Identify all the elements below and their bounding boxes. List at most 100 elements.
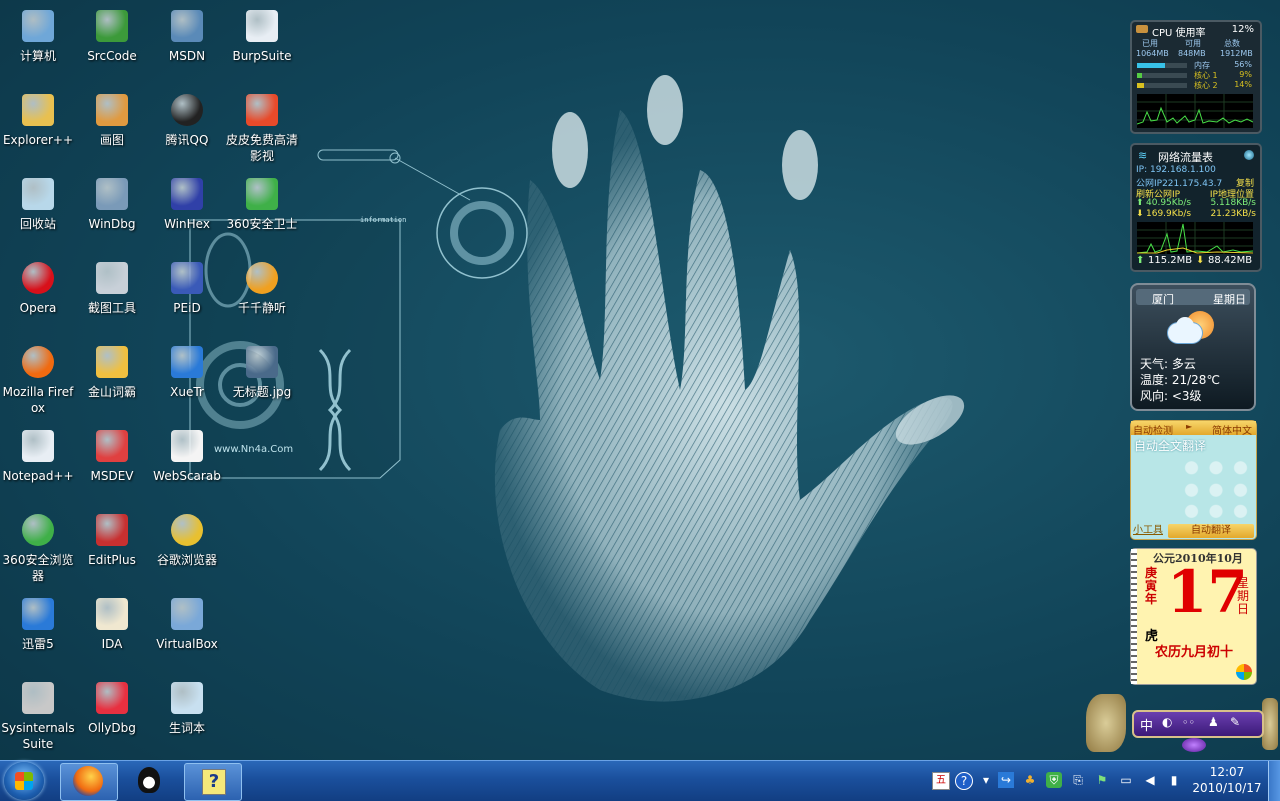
shield-icon (246, 178, 278, 210)
core1-bar (1137, 73, 1187, 78)
tray-qq-icon[interactable]: ♣ (1022, 772, 1038, 788)
desktop-icon-winhex[interactable]: WinHex (149, 174, 225, 258)
desktop-icon-ollydbg[interactable]: OllyDbg (74, 678, 150, 762)
user-icon[interactable]: ♟ (1208, 715, 1219, 729)
peid-icon (171, 262, 203, 294)
tray-360-shield-icon[interactable]: ⛨ (1046, 772, 1062, 788)
desktop-icon-label: EditPlus (88, 553, 136, 567)
wrench-icon[interactable]: ✎ (1230, 715, 1240, 729)
desktop-icon-[interactable]: 皮皮免费高清影视 (224, 90, 300, 174)
desktop-icon-label: XueTr (170, 385, 204, 399)
desktop-icon-mozilla-firefox[interactable]: Mozilla Firefox (0, 342, 76, 426)
tray-thunder-icon[interactable]: ↪ (998, 772, 1014, 788)
desktop-icon-360[interactable]: 360安全浏览器 (0, 510, 76, 594)
desktop-icon-editplus[interactable]: EditPlus (74, 510, 150, 594)
panel-label: information (360, 216, 406, 224)
auto-detect-option[interactable]: 自动检测 (1133, 422, 1173, 437)
weather-wind: 风向: <3级 (1140, 389, 1202, 403)
mem-used-label: 已用 (1142, 39, 1158, 48)
desktop-icon-[interactable]: 生词本 (149, 678, 225, 762)
desktop-icon-[interactable]: 截图工具 (74, 258, 150, 342)
desktop-icon-label: 生词本 (168, 721, 205, 735)
desktop-icon-[interactable]: 千千静听 (224, 258, 300, 342)
desktop-icon-srccode[interactable]: SrcCode (74, 6, 150, 90)
notepad-icon (22, 430, 54, 462)
calendar-gadget[interactable]: 公元2010年10月 庚寅年 17 星期日 虎 农历九月初十 (1130, 548, 1257, 685)
desktop-icon-msdn[interactable]: MSDN (149, 6, 225, 90)
language-bar[interactable]: 中 ◐ ◦◦ ♟ ✎ (1086, 694, 1278, 754)
tools-link[interactable]: 小工具 (1133, 521, 1163, 536)
tray-action-center-icon[interactable]: ⚑ (1094, 772, 1110, 788)
desktop-icon-[interactable]: 谷歌浏览器 (149, 510, 225, 594)
desktop-icon-ida[interactable]: IDA (74, 594, 150, 678)
show-desktop-button[interactable] (1268, 761, 1280, 801)
network-traffic-gadget[interactable]: ≋ 网络流量表 IP: 192.168.1.100 公网IP221.175.43… (1130, 143, 1262, 272)
desktop-icon-label: 计算机 (19, 49, 56, 63)
firefox-icon (73, 766, 103, 796)
desktop-icon-virtualbox[interactable]: VirtualBox (149, 594, 225, 678)
ime-toolbar[interactable]: 中 ◐ ◦◦ ♟ ✎ (1132, 710, 1264, 738)
desktop-icon-explorer[interactable]: Explorer++ (0, 90, 76, 174)
desktop-icon-xuetr[interactable]: XueTr (149, 342, 225, 426)
desktop-icon-msdev[interactable]: MSDEV (74, 426, 150, 510)
windbg-icon (96, 178, 128, 210)
desktop-icon-webscarab[interactable]: WebScarab (149, 426, 225, 510)
desktop-icon-opera[interactable]: Opera (0, 258, 76, 342)
cpu-chip-icon (1136, 25, 1148, 33)
xuetr-icon (171, 346, 203, 378)
folder-icon (22, 94, 54, 126)
mem-percent: 56% (1234, 60, 1252, 69)
video-player-icon (246, 94, 278, 126)
tray-power-icon[interactable]: ▮ (1166, 772, 1182, 788)
download-total-arrow-icon: ⬇ (1196, 255, 1205, 266)
tray-usb-icon[interactable]: ⎘ (1070, 772, 1086, 788)
upload-rate-kb: 40.95Kb/s (1146, 198, 1192, 208)
desktop-icon-notepad[interactable]: Notepad++ (0, 426, 76, 510)
vocabulary-icon (171, 682, 203, 714)
tray-expand-icon[interactable]: ▾ (978, 772, 994, 788)
translate-gadget[interactable]: 自动检测 ► 简体中文 自动全文翻译 小工具 自动翻译 (1130, 420, 1257, 540)
tray-network-icon[interactable]: ▭ (1118, 772, 1134, 788)
local-ip: IP: 192.168.1.100 (1136, 165, 1216, 175)
desktop-icon-label: Notepad++ (2, 469, 74, 483)
tray-help-icon[interactable]: ? (955, 772, 973, 790)
desktop-icon-sysinternals-suite[interactable]: Sysinternals Suite (0, 678, 76, 762)
desktop-icon-[interactable]: 画图 (74, 90, 150, 174)
download-rate-kbyte: 21.23KB/s (1210, 209, 1256, 219)
partly-cloudy-icon (1168, 311, 1214, 347)
tray-input-method-icon[interactable]: 五 (932, 772, 950, 790)
half-width-icon[interactable]: ◐ (1162, 715, 1172, 729)
start-button[interactable] (4, 762, 44, 800)
ime-mode-chinese[interactable]: 中 (1140, 715, 1153, 734)
desktop-icon-windbg[interactable]: WinDbg (74, 174, 150, 258)
taskbar-qq-button[interactable] (122, 763, 178, 799)
desktop-icon-[interactable]: 计算机 (0, 6, 76, 90)
cpu-usage-gadget[interactable]: CPU 使用率 12% 已用 可用 总数 1064MB 848MB 1912MB… (1130, 20, 1262, 134)
desktop-icon-360[interactable]: 360安全卫士 (224, 174, 300, 258)
target-language-option[interactable]: 简体中文 (1212, 422, 1252, 437)
desktop-icon-5[interactable]: 迅雷5 (0, 594, 76, 678)
punctuation-icon[interactable]: ◦◦ (1182, 716, 1195, 729)
upload-total: 115.2MB (1148, 255, 1193, 266)
calendar-day: 17 (1167, 558, 1248, 626)
desktop-icon-label: 金山词霸 (87, 385, 136, 399)
weather-gadget[interactable]: 厦门 星期日 天气: 多云 温度: 21/28℃ 风向: <3级 (1130, 283, 1256, 411)
taskbar-clock[interactable]: 12:07 2010/10/17 (1192, 764, 1262, 796)
desktop-icon-burpsuite[interactable]: BurpSuite (224, 6, 300, 90)
desktop-icon-qq[interactable]: 腾讯QQ (149, 90, 225, 174)
taskbar-firefox-button[interactable] (60, 763, 118, 801)
auto-translate-button[interactable]: 自动翻译 (1168, 524, 1254, 538)
desktop-icon-label: Opera (19, 301, 57, 315)
desktop-icon-[interactable]: 回收站 (0, 174, 76, 258)
globe-icon (1244, 150, 1254, 160)
desktop-icon-label: OllyDbg (88, 721, 136, 735)
cpu-title: CPU 使用率 (1152, 28, 1206, 39)
desktop-icon-jpg[interactable]: 无标题.jpg (224, 342, 300, 426)
site-watermark: www.Nn4a.Com (214, 444, 293, 455)
dictionary-icon (96, 346, 128, 378)
desktop-icon-[interactable]: 金山词霸 (74, 342, 150, 426)
taskbar-help-button[interactable]: ? (184, 763, 242, 801)
desktop-icon-peid[interactable]: PEiD (149, 258, 225, 342)
qq-penguin-icon (138, 767, 160, 793)
tray-volume-icon[interactable]: ◀ (1142, 772, 1158, 788)
